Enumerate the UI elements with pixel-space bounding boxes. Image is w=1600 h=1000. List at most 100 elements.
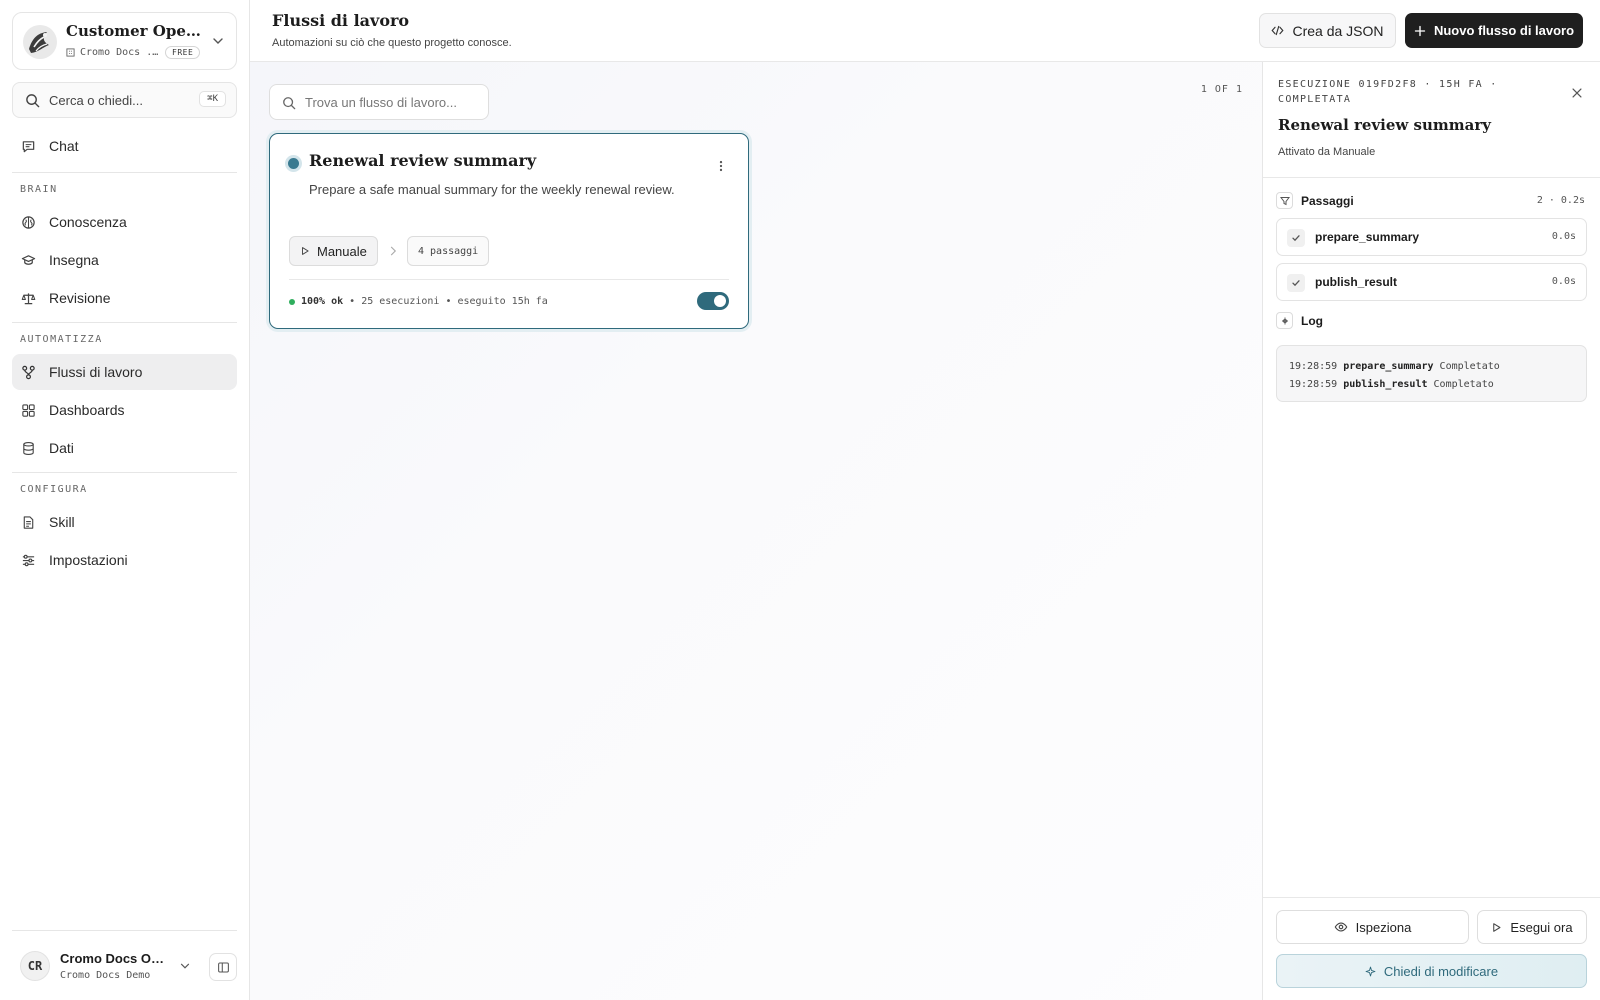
search-icon (26, 94, 40, 108)
nav-flussi-label: Flussi di lavoro (49, 364, 143, 380)
success-dot (289, 298, 295, 305)
scale-icon (21, 292, 36, 304)
new-workflow-label: Nuovo flusso di lavoro (1433, 23, 1575, 38)
chevron-down-icon (213, 38, 223, 44)
ask-to-edit-label: Chiedi di modificare (1383, 963, 1499, 979)
card-divider (289, 279, 729, 280)
stats-separator: • (349, 296, 356, 307)
workflow-icon (22, 365, 35, 379)
workflow-enabled-toggle[interactable] (697, 292, 729, 310)
run-trigger: Attivato da Manuale (1278, 146, 1376, 158)
create-from-json-button[interactable]: Crea da JSON (1259, 13, 1396, 48)
chat-icon (22, 140, 35, 152)
log-time: 19:28:59 (1289, 379, 1338, 390)
run-detail-panel: ESECUZIONE 019FD2F8 · 15H FA · COMPLETAT… (1262, 62, 1600, 1000)
log-icon (1276, 312, 1293, 329)
step-row[interactable]: prepare_summary 0.0s (1276, 218, 1587, 256)
log-line: 19:28:59 publish_result Completato (1289, 376, 1574, 394)
run-title: Renewal review summary (1278, 116, 1491, 134)
workspace-avatar (23, 25, 57, 59)
nav-dati-label: Dati (49, 440, 74, 456)
run-count: 25 esecuzioni (361, 296, 440, 307)
log-status: Completato (1433, 379, 1494, 390)
nav-flussi-di-lavoro[interactable]: Flussi di lavoro (12, 354, 237, 390)
panel-footer-divider (1263, 897, 1600, 898)
sidebar-toggle-icon (217, 962, 229, 972)
check-icon (1287, 229, 1305, 247)
log-box: 19:28:59 prepare_summary Completato 19:2… (1276, 345, 1587, 402)
close-icon[interactable] (1570, 86, 1584, 100)
nav-conoscenza[interactable]: Conoscenza (12, 204, 237, 240)
plus-icon (1414, 25, 1426, 36)
toggle-knob (714, 295, 726, 307)
nav-chat[interactable]: Chat (12, 128, 237, 164)
log-section-label: Log (1301, 313, 1323, 328)
filter-icon (1276, 192, 1293, 209)
log-step: prepare_summary (1343, 361, 1434, 372)
run-meta: ESECUZIONE 019FD2F8 · 15H FA · COMPLETAT… (1278, 79, 1498, 105)
workflow-card[interactable]: Renewal review summary Prepare a safe ma… (269, 133, 749, 329)
result-count: 1 OF 1 (1200, 84, 1243, 95)
nav-revisione[interactable]: Revisione (12, 280, 237, 316)
nav-dashboards-label: Dashboards (49, 402, 125, 418)
search-shortcut: ⌘K (199, 91, 226, 107)
check-icon (1287, 274, 1305, 292)
nav-dati[interactable]: Dati (12, 430, 237, 466)
building-icon (66, 48, 75, 57)
global-search-placeholder: Cerca o chiedi... (49, 93, 143, 108)
play-icon (1493, 922, 1501, 932)
step-row[interactable]: publish_result 0.0s (1276, 263, 1587, 301)
plan-badge: FREE (165, 46, 201, 59)
collapse-sidebar-button[interactable] (209, 953, 237, 981)
page-title: Flussi di lavoro (272, 11, 410, 30)
log-status: Completato (1439, 361, 1500, 372)
inspect-button[interactable]: Ispeziona (1276, 910, 1469, 944)
workflow-stats: 100% ok • 25 esecuzioni • eseguito 15h f… (289, 296, 548, 307)
workspace-switcher[interactable]: Customer Operati... Cromo Docs ... FREE (12, 12, 237, 70)
workspace-org: Cromo Docs ... (80, 47, 160, 58)
run-now-label: Esegui ora (1510, 919, 1573, 935)
sparkle-icon (1365, 966, 1376, 976)
inspect-label: Ispeziona (1355, 919, 1412, 935)
user-org: Cromo Docs Demo (60, 970, 151, 981)
step-name: prepare_summary (1315, 230, 1420, 244)
nav-insegna[interactable]: Insegna (12, 242, 237, 278)
chevron-right-icon (390, 246, 397, 256)
run-now-button[interactable]: Esegui ora (1477, 910, 1587, 944)
page-header: Flussi di lavoro Automazioni su ciò che … (250, 0, 1600, 62)
steps-chip[interactable]: 4 passaggi (407, 236, 490, 266)
step-time: 0.0s (1551, 231, 1576, 242)
eye-icon (1334, 922, 1348, 932)
more-vertical-icon[interactable] (714, 159, 728, 173)
nav-insegna-label: Insegna (49, 252, 99, 268)
nav-revisione-label: Revisione (49, 290, 111, 306)
user-menu[interactable]: CR Cromo Docs Own... Cromo Docs Demo (12, 930, 237, 984)
global-search[interactable]: Cerca o chiedi... ⌘K (12, 82, 237, 118)
stats-separator: • (445, 296, 452, 307)
steps-count: 2 · 0.2s (1536, 195, 1585, 206)
workspace-name: Customer Operati... (66, 22, 206, 40)
trigger-chip[interactable]: Manuale (289, 236, 378, 266)
steps-label: 4 passaggi (418, 245, 479, 257)
workspace-org-row: Cromo Docs ... FREE (66, 46, 201, 59)
workflow-description: Prepare a safe manual summary for the we… (309, 182, 675, 197)
log-step: publish_result (1343, 379, 1428, 390)
panel-divider (1263, 177, 1600, 178)
new-workflow-button[interactable]: Nuovo flusso di lavoro (1405, 13, 1583, 48)
nav-divider (12, 472, 237, 473)
nav-impostazioni[interactable]: Impostazioni (12, 542, 237, 578)
sidebar: Customer Operati... Cromo Docs ... FREE … (0, 0, 250, 1000)
ask-to-edit-button[interactable]: Chiedi di modificare (1276, 954, 1587, 988)
user-avatar: CR (20, 951, 50, 981)
workflow-title: Renewal review summary (309, 151, 537, 170)
nav-divider (12, 322, 237, 323)
code-icon (1271, 25, 1285, 36)
success-rate: 100% ok (301, 296, 344, 307)
nav-dashboards[interactable]: Dashboards (12, 392, 237, 428)
steps-section-header: Passaggi (1276, 192, 1354, 209)
steps-section-label: Passaggi (1301, 193, 1354, 208)
nav-skill[interactable]: Skill (12, 504, 237, 540)
page-subtitle: Automazioni su ciò che questo progetto c… (272, 37, 512, 49)
brain-icon (22, 215, 35, 229)
workflow-search-input[interactable]: Trova un flusso di lavoro... (269, 84, 489, 120)
